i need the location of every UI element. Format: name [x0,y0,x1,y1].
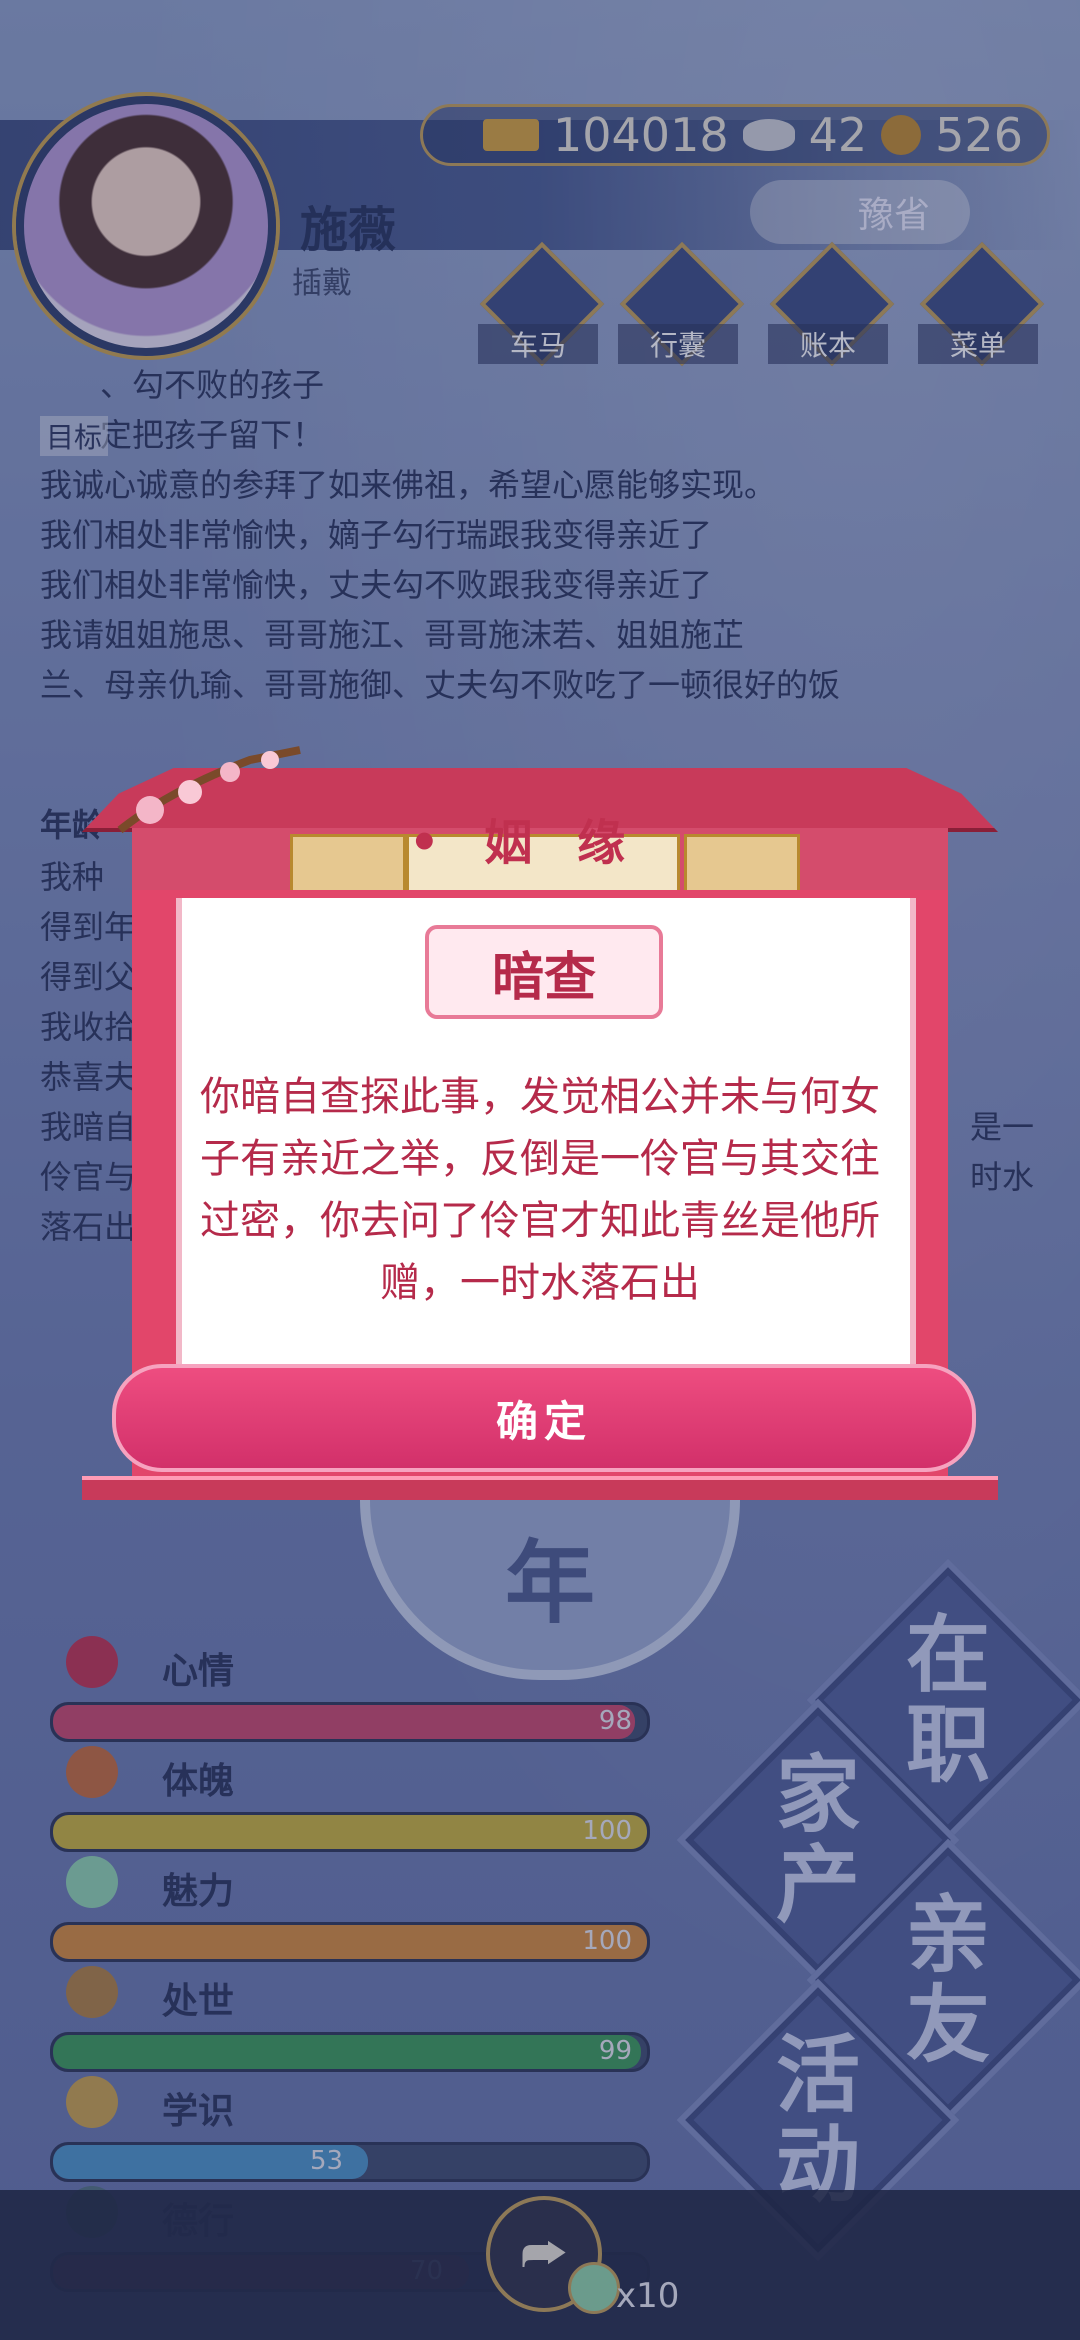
confirm-button[interactable]: 确定 [112,1364,976,1472]
title-ornament-right [684,834,800,898]
event-subtitle: 暗查 [425,925,663,1019]
modal-title: • 姻 缘 • [406,815,680,929]
event-description: 你暗自查探此事，发觉相公并未与何女子有亲近之举，反倒是一伶官与其交往过密，你去问… [200,1074,880,1306]
plum-blossom-icon [117,746,301,834]
title-ornament-left [290,834,406,898]
confirm-label: 确定 [495,1396,592,1446]
modal-base [82,1476,998,1500]
